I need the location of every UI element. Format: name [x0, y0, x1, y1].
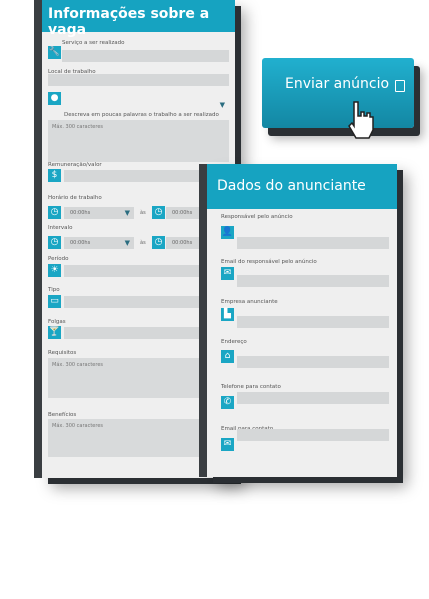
- job-info-title: Informações sobre a vaga: [48, 6, 210, 38]
- requirements-label: Requisitos: [48, 350, 77, 356]
- hours-from-value: 00:00hs: [70, 210, 91, 216]
- chevron-down-icon: ▼: [124, 239, 130, 247]
- period-label: Período: [48, 256, 69, 262]
- service-label: Serviço a ser realizado: [62, 40, 125, 46]
- clock-icon: ◷: [152, 206, 165, 219]
- card-icon: ▭: [48, 295, 61, 308]
- sun-icon: ☀: [48, 264, 61, 277]
- clock-icon: ◷: [152, 236, 165, 249]
- benefits-label: Benefícios: [48, 412, 77, 418]
- company-label: Empresa anunciante: [221, 299, 278, 305]
- address-input[interactable]: [237, 356, 389, 368]
- home-icon: ⌂: [221, 350, 234, 363]
- responsible-input[interactable]: [237, 237, 389, 249]
- mail-icon: ✉: [221, 267, 234, 280]
- clock-icon: ◷: [48, 236, 61, 249]
- responsible-label: Responsável pelo anúncio: [221, 214, 293, 220]
- company-input[interactable]: [237, 316, 389, 328]
- mail-icon: ✉: [221, 438, 234, 451]
- interval-from-select[interactable]: 00:00hs ▼: [64, 237, 134, 249]
- hours-separator: às: [140, 210, 146, 216]
- phone-icon: ✆: [221, 396, 234, 409]
- leave-label: Folgas: [48, 319, 66, 325]
- address-label: Endereço: [221, 339, 247, 345]
- document-icon: [395, 80, 405, 92]
- dollar-icon: $: [48, 169, 61, 182]
- location-input[interactable]: [48, 74, 229, 86]
- pay-label: Remuneração/valor: [48, 162, 102, 168]
- advertiser-header: Dados do anunciante: [207, 164, 397, 209]
- description-select[interactable]: ▼: [64, 99, 229, 111]
- location-pin-icon: ●: [48, 92, 61, 105]
- service-input[interactable]: [62, 50, 229, 62]
- description-label: Descreva em poucas palavras o trabalho a…: [64, 112, 219, 118]
- chevron-down-icon: ▼: [219, 101, 225, 109]
- interval-separator: às: [140, 240, 146, 246]
- hand-cursor-icon: [348, 101, 374, 139]
- panel-side: [34, 0, 42, 478]
- advertiser-title: Dados do anunciante: [217, 178, 366, 194]
- hours-from-select[interactable]: 00:00hs ▼: [64, 207, 134, 219]
- hours-label: Horário de trabalho: [48, 195, 102, 201]
- advertiser-panel: Dados do anunciante Responsável pelo anú…: [199, 164, 397, 477]
- wrench-icon: 🔧: [48, 46, 61, 59]
- email-contact-input[interactable]: [237, 429, 389, 441]
- job-info-header: Informações sobre a vaga: [42, 0, 235, 38]
- phone-input[interactable]: [237, 392, 389, 404]
- email-responsible-input[interactable]: [237, 275, 389, 287]
- benefits-placeholder: Máx. 300 caracteres: [52, 423, 103, 429]
- clock-icon: ◷: [48, 206, 61, 219]
- panel-side: [199, 164, 207, 477]
- send-ad-label: Enviar anúncio: [285, 76, 390, 92]
- send-ad-button[interactable]: Enviar anúncio: [262, 58, 414, 128]
- interval-from-value: 00:00hs: [70, 240, 91, 246]
- interval-to-value: 00:00hs: [172, 240, 193, 246]
- requirements-placeholder: Máx. 300 caracteres: [52, 362, 103, 368]
- description-placeholder: Máx. 300 caracteres: [52, 124, 103, 130]
- interval-label: Intervalo: [48, 225, 73, 231]
- hours-to-value: 00:00hs: [172, 210, 193, 216]
- email-responsible-label: Email do responsável pelo anúncio: [221, 259, 317, 265]
- person-icon: 👤: [221, 226, 234, 239]
- glass-icon: 🍸: [48, 326, 61, 339]
- type-label: Tipo: [48, 287, 60, 293]
- phone-label: Telefone para contato: [221, 384, 281, 390]
- chevron-down-icon: ▼: [124, 209, 130, 217]
- factory-icon: ▙: [221, 308, 234, 321]
